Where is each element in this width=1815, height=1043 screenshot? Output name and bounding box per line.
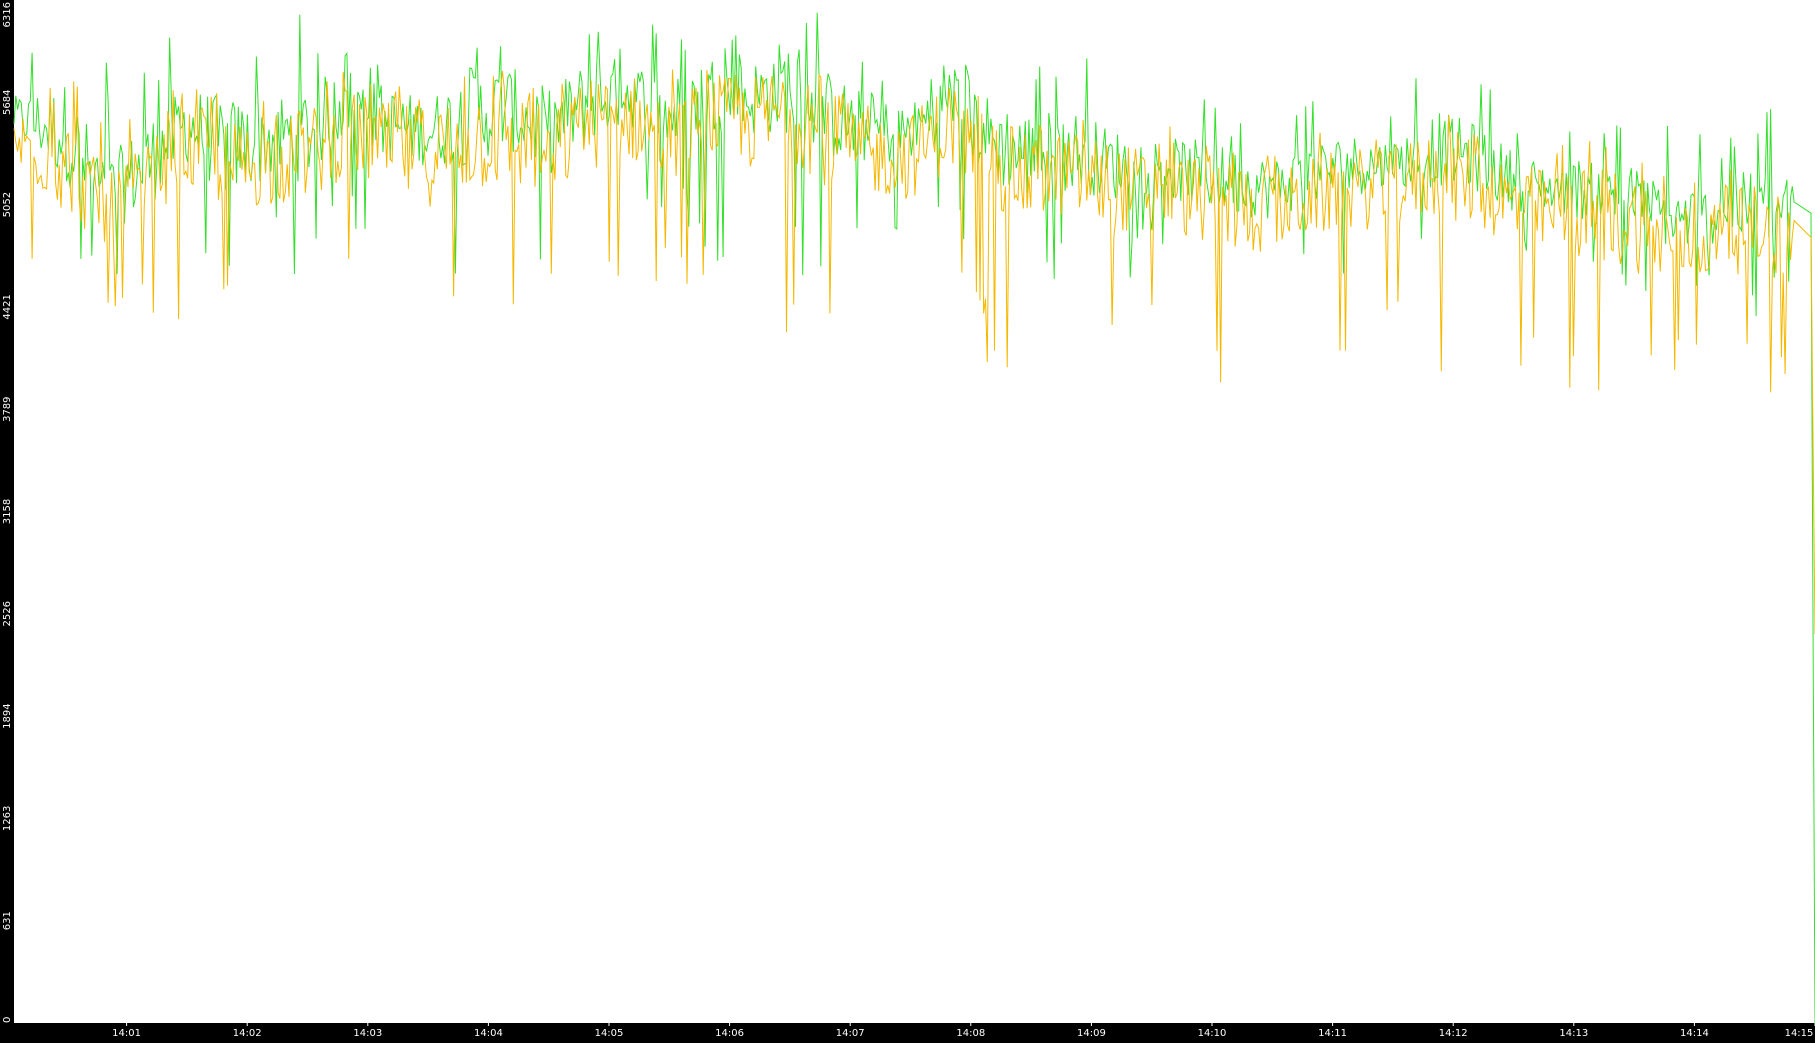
x-tick-label: 14:09 [1077, 1028, 1106, 1039]
y-tick-label: 631 [2, 911, 13, 930]
y-axis: 0 631 1263 1894 2526 3158 3789 4421 5052 5684 6316 [2, 2, 13, 1023]
y-tick-label: 5684 [2, 90, 13, 115]
x-tick-label: 14:13 [1559, 1028, 1588, 1039]
y-tick-label: 3158 [2, 499, 13, 524]
y-tick-label: 5052 [2, 192, 13, 217]
x-tick-label: 14:01 [112, 1028, 141, 1039]
x-tick-label: 14:10 [1198, 1028, 1227, 1039]
x-tick-label: 14:02 [233, 1028, 262, 1039]
y-tick-label: 0 [2, 1017, 13, 1023]
y-tick-label: 2526 [2, 601, 13, 626]
x-tick-label: 14:12 [1439, 1028, 1468, 1039]
chart-container: 0 631 1263 1894 2526 3158 3789 4421 5052 5684 6316… [0, 0, 1815, 1039]
x-tick-label: 14:08 [956, 1028, 985, 1039]
x-tick-label: 14:03 [353, 1028, 382, 1039]
x-tick-label: 14:11 [1318, 1028, 1347, 1039]
x-tick-label: 14:15 [1785, 1028, 1814, 1039]
y-tick-label: 6316 [2, 2, 13, 27]
y-tick-label: 4421 [2, 294, 13, 319]
y-tick-label: 3789 [2, 396, 13, 421]
x-tick-label: 14:07 [836, 1028, 865, 1039]
y-tick-label: 1263 [2, 806, 13, 831]
x-tick-label: 14:14 [1680, 1028, 1709, 1039]
x-tick-label: 14:05 [595, 1028, 624, 1039]
x-axis: 14:01 14:02 14:03 14:04 14:05 14:06 14:07 14:08… [112, 1023, 1815, 1039]
y-tick-label: 1894 [2, 703, 13, 728]
plot-area [14, 0, 1815, 1023]
x-tick-label: 14:04 [474, 1028, 503, 1039]
chart-svg: 0 631 1263 1894 2526 3158 3789 4421 5052 5684 6316… [2, 0, 1815, 1039]
x-tick-label: 14:06 [715, 1028, 744, 1039]
